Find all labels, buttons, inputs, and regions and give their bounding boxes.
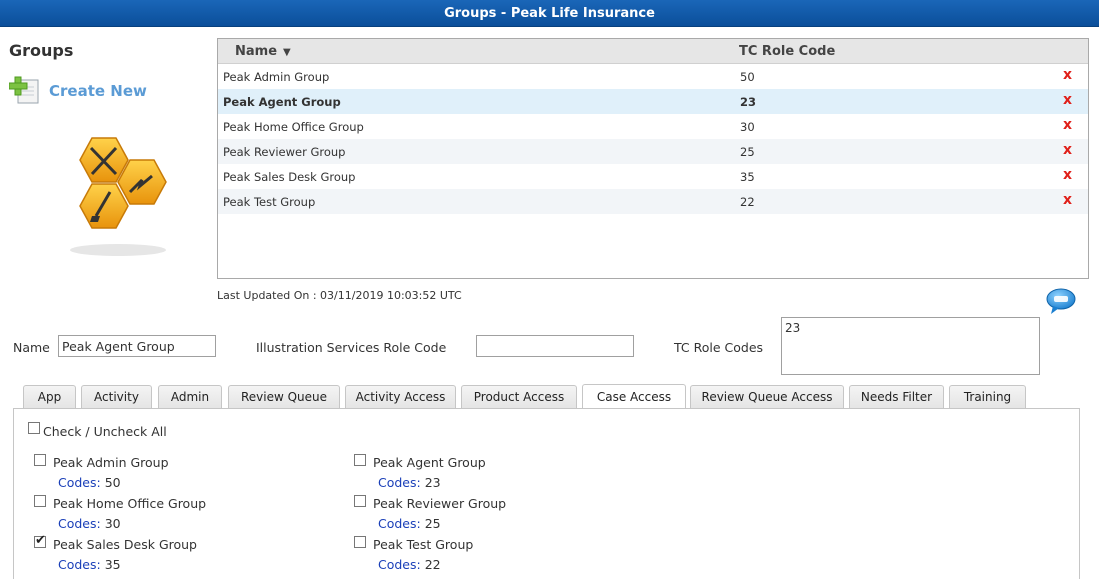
sort-down-icon: ▼	[283, 47, 291, 58]
delete-x-icon[interactable]: x	[1063, 142, 1072, 158]
group-name: Peak Sales Desk Group	[53, 537, 197, 552]
groups-grid: Name ▼ TC Role Code Peak Admin Group 50 x…	[217, 38, 1089, 279]
table-row[interactable]: Peak Admin Group 50 x	[218, 64, 1088, 89]
group-name: Peak Agent Group	[373, 455, 486, 470]
group-codes: Codes: 25	[378, 516, 441, 531]
group-checkbox-checked[interactable]: ✔	[34, 533, 46, 548]
create-new-label: Create New	[49, 82, 147, 100]
tools-honeycomb-logo	[52, 130, 182, 260]
case-access-panel: Check / Uncheck All Peak Admin Group Cod…	[13, 408, 1080, 579]
check-all-checkbox[interactable]	[28, 422, 40, 434]
check-all-label: Check / Uncheck All	[43, 424, 167, 439]
group-codes: Codes: 50	[58, 475, 121, 490]
delete-x-icon[interactable]: x	[1063, 117, 1072, 133]
tab-review-queue[interactable]: Review Queue	[228, 385, 340, 409]
tab-needs-filter[interactable]: Needs Filter	[849, 385, 944, 409]
chat-bubble-icon[interactable]	[1045, 287, 1077, 315]
add-document-icon	[8, 75, 41, 108]
illustration-role-code-label: Illustration Services Role Code	[256, 340, 447, 355]
group-name: Peak Test Group	[373, 537, 474, 552]
table-row[interactable]: Peak Home Office Group 30 x	[218, 114, 1088, 139]
row-name: Peak Admin Group	[223, 70, 330, 84]
group-name: Peak Home Office Group	[53, 496, 207, 511]
group-checkbox[interactable]	[34, 495, 46, 507]
delete-x-icon[interactable]: x	[1063, 167, 1072, 183]
row-code: 35	[740, 170, 755, 184]
tab-activity-access[interactable]: Activity Access	[345, 385, 456, 409]
group-codes: Codes: 23	[378, 475, 441, 490]
tc-role-codes-field[interactable]: 23	[781, 317, 1040, 375]
tab-case-access[interactable]: Case Access	[582, 384, 686, 409]
group-codes: Codes: 35	[58, 557, 121, 572]
delete-x-icon[interactable]: x	[1063, 92, 1072, 108]
row-name: Peak Home Office Group	[223, 120, 364, 134]
create-new-button[interactable]: Create New	[8, 75, 147, 108]
table-row[interactable]: Peak Sales Desk Group 35 x	[218, 164, 1088, 189]
group-checkbox[interactable]	[354, 454, 366, 466]
row-code: 22	[740, 195, 755, 209]
row-name: Peak Sales Desk Group	[223, 170, 356, 184]
tc-role-code-column-header[interactable]: TC Role Code	[739, 44, 835, 59]
name-column-header[interactable]: Name ▼	[235, 44, 291, 59]
name-label: Name	[13, 340, 50, 355]
group-codes: Codes: 30	[58, 516, 121, 531]
row-code: 25	[740, 145, 755, 159]
row-name: Peak Reviewer Group	[223, 145, 346, 159]
tab-app[interactable]: App	[23, 385, 76, 409]
grid-header: Name ▼ TC Role Code	[218, 39, 1088, 64]
table-row[interactable]: Peak Agent Group 23 x	[218, 89, 1088, 114]
checkmark-icon: ✔	[35, 533, 46, 548]
tc-role-codes-label: TC Role Codes	[674, 340, 764, 355]
row-code: 50	[740, 70, 755, 84]
tab-admin[interactable]: Admin	[158, 385, 222, 409]
delete-x-icon[interactable]: x	[1063, 192, 1072, 208]
group-checkbox[interactable]	[354, 495, 366, 507]
table-row[interactable]: Peak Test Group 22 x	[218, 189, 1088, 214]
delete-x-icon[interactable]: x	[1063, 67, 1072, 83]
group-codes: Codes: 22	[378, 557, 441, 572]
tab-activity[interactable]: Activity	[81, 385, 152, 409]
tab-product-access[interactable]: Product Access	[461, 385, 577, 409]
row-code: 23	[740, 95, 757, 109]
group-checkbox[interactable]	[354, 536, 366, 548]
group-name: Peak Reviewer Group	[373, 496, 507, 511]
tab-review-queue-access[interactable]: Review Queue Access	[690, 385, 844, 409]
illustration-role-code-field[interactable]	[476, 335, 634, 357]
window-title: Groups - Peak Life Insurance	[0, 0, 1099, 27]
row-name: Peak Test Group	[223, 195, 316, 209]
tab-training[interactable]: Training	[949, 385, 1026, 409]
table-row[interactable]: Peak Reviewer Group 25 x	[218, 139, 1088, 164]
group-name: Peak Admin Group	[53, 455, 169, 470]
group-checkbox[interactable]	[34, 454, 46, 466]
row-code: 30	[740, 120, 755, 134]
last-updated-text: Last Updated On : 03/11/2019 10:03:52 UT…	[217, 289, 462, 302]
name-field[interactable]	[58, 335, 216, 357]
page-title: Groups	[9, 41, 74, 60]
row-name: Peak Agent Group	[223, 95, 341, 109]
